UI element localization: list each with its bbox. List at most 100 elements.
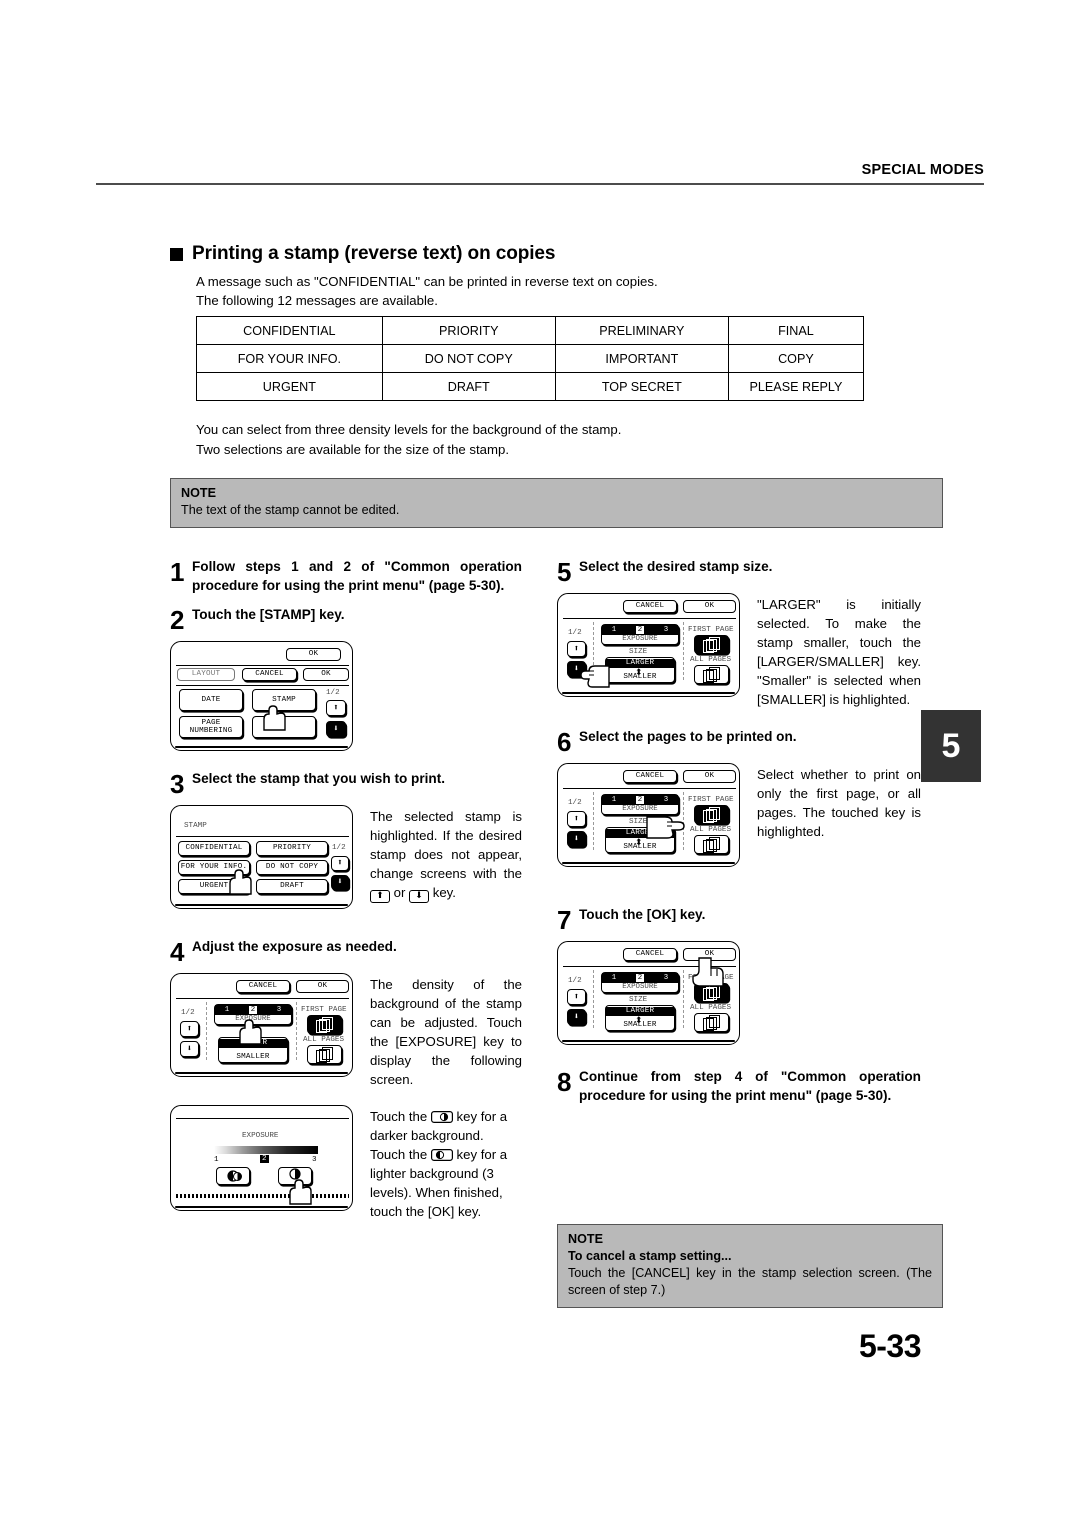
first-page-label: FIRST PAGE xyxy=(301,1006,347,1014)
lcd-stamp-settings-panel-step5[interactable]: CANCEL OK 1/2 1 2 3 EXPOSURE xyxy=(557,593,740,697)
step-5-text: Select the desired stamp size. xyxy=(579,559,773,574)
scroll-down-button[interactable] xyxy=(326,721,346,737)
step-3-desc-a: The selected stamp is highlighted. If th… xyxy=(370,809,522,881)
cancel-button[interactable]: CANCEL xyxy=(623,948,677,961)
stamp-key-for-your-info[interactable]: FOR YOUR INFO. xyxy=(178,860,250,875)
chapter-tab: 5 xyxy=(921,710,981,782)
exposure-key[interactable]: 1 2 3 EXPOSURE xyxy=(601,794,679,815)
layout-button[interactable]: LAYOUT xyxy=(177,668,235,681)
exposure-key[interactable]: 1 2 3 EXPOSURE xyxy=(214,1004,292,1025)
darker-button[interactable] xyxy=(278,1167,312,1185)
note-box-top: NOTE The text of the stamp cannot be edi… xyxy=(170,478,943,528)
section-after-table-text: You can select from three density levels… xyxy=(196,420,956,460)
exposure-levels: 1 2 3 xyxy=(602,795,678,805)
all-pages-key[interactable] xyxy=(694,835,729,854)
step-3-description: The selected stamp is highlighted. If th… xyxy=(370,807,522,903)
exposure-levels: 1 2 3 xyxy=(602,625,678,635)
darker-key-icon xyxy=(430,1109,457,1124)
scroll-down-button[interactable] xyxy=(567,661,586,677)
cancel-button[interactable]: CANCEL xyxy=(623,600,677,613)
lcd-print-menu-panel[interactable]: OK LAYOUT CANCEL OK DATE STAMP PAGE NUMB… xyxy=(170,641,353,751)
stamp-key-confidential[interactable]: CONFIDENTIAL xyxy=(178,841,250,856)
stamp-key[interactable]: STAMP xyxy=(252,689,316,711)
ok-top-button[interactable]: OK xyxy=(286,648,341,661)
table-row: FOR YOUR INFO. DO NOT COPY IMPORTANT COP… xyxy=(196,344,865,373)
lcd-exposure-dialog-panel[interactable]: EXPOSURE 1 2 3 xyxy=(170,1105,353,1211)
after-line-2: Two selections are available for the siz… xyxy=(196,442,509,457)
first-page-key[interactable] xyxy=(694,635,729,654)
page-indicator: 1/2 xyxy=(568,799,582,807)
intro-line-1: A message such as "CONFIDENTIAL" can be … xyxy=(196,274,658,289)
panel-divider xyxy=(563,618,736,619)
all-pages-key[interactable] xyxy=(307,1045,342,1064)
scroll-down-button[interactable] xyxy=(567,831,586,847)
ok-button[interactable]: OK xyxy=(296,980,349,993)
panel-divider-top xyxy=(176,1118,349,1119)
scroll-down-button[interactable] xyxy=(567,1009,586,1025)
stamp-key-priority[interactable]: PRIORITY xyxy=(256,841,328,856)
cancel-button[interactable]: CANCEL xyxy=(236,980,290,993)
panel-divider xyxy=(563,788,736,789)
intro-line-2: The following 12 messages are available. xyxy=(196,293,438,308)
ok-button[interactable]: OK xyxy=(683,600,736,613)
exposure-key[interactable]: 1 2 3 EXPOSURE xyxy=(601,972,679,993)
lcd-stamp-settings-panel-step6[interactable]: CANCEL OK 1/2 1 2 3 EXPOSURE xyxy=(557,763,740,867)
scroll-down-button[interactable] xyxy=(180,1041,199,1057)
scroll-down-button[interactable] xyxy=(331,875,349,890)
lighter-key-icon xyxy=(430,1147,457,1162)
stamp-key-do-not-copy[interactable]: DO NOT COPY xyxy=(256,860,328,875)
first-page-key[interactable] xyxy=(307,1015,342,1034)
panel-divider xyxy=(563,966,736,967)
size-label: SIZE xyxy=(242,1028,261,1036)
first-page-key[interactable] xyxy=(694,805,729,824)
lcd-stamp-settings-panel-step4[interactable]: CANCEL OK 1/2 1 2 3 EXPOSURE xyxy=(170,973,353,1077)
page-indicator: 1/2 xyxy=(181,1009,195,1017)
size-label: SIZE xyxy=(629,648,648,656)
ok-button[interactable]: OK xyxy=(683,770,736,783)
scroll-up-button[interactable] xyxy=(180,1021,199,1037)
empty-key[interactable] xyxy=(252,716,316,738)
scroll-up-button[interactable] xyxy=(567,811,586,827)
date-key[interactable]: DATE xyxy=(179,689,243,711)
first-page-key[interactable] xyxy=(694,983,729,1002)
scroll-up-button[interactable] xyxy=(331,856,349,871)
right-column: 5 Select the desired stamp size. CANCEL … xyxy=(557,557,921,1105)
table-cell: PRELIMINARY xyxy=(554,316,729,345)
larger-smaller-key[interactable]: LARGER SMALLER xyxy=(218,1037,288,1063)
scroll-up-button[interactable] xyxy=(567,989,586,1005)
step-4: 4 Adjust the exposure as needed. xyxy=(170,937,522,965)
first-page-label: FIRST PAGE xyxy=(688,974,734,982)
exposure-level-3: 3 xyxy=(276,1006,282,1014)
cancel-button[interactable]: CANCEL xyxy=(242,668,297,681)
lcd-stamp-select-panel[interactable]: STAMP CONFIDENTIAL PRIORITY FOR YOUR INF… xyxy=(170,805,353,909)
lighter-button[interactable] xyxy=(216,1167,250,1185)
lcd-stamp-settings-panel-step7[interactable]: CANCEL OK 1/2 1 2 3 EXPOSURE xyxy=(557,941,740,1045)
ok-button[interactable]: OK xyxy=(683,948,736,961)
page-numbering-key[interactable]: PAGE NUMBERING xyxy=(179,716,243,738)
all-pages-key[interactable] xyxy=(694,665,729,684)
step-7: 7 Touch the [OK] key. xyxy=(557,905,921,933)
all-pages-key[interactable] xyxy=(694,1013,729,1032)
exposure-levels: 1 2 3 xyxy=(215,1005,291,1015)
column-divider xyxy=(593,622,594,680)
pages-stack-icon xyxy=(703,667,720,683)
exposure-label: EXPOSURE xyxy=(622,983,658,991)
stamp-key-urgent[interactable]: URGENT xyxy=(178,879,250,894)
pages-stack-icon xyxy=(703,837,720,853)
all-pages-label: ALL PAGES xyxy=(690,826,732,834)
scroll-up-button[interactable] xyxy=(326,700,346,716)
ok-button[interactable]: OK xyxy=(303,668,349,681)
note-title: NOTE xyxy=(568,1232,603,1246)
cancel-button[interactable]: CANCEL xyxy=(623,770,677,783)
panel-bottom-strip xyxy=(176,1194,349,1198)
stamp-key-draft[interactable]: DRAFT xyxy=(256,879,328,894)
step-3-desc-c: key. xyxy=(432,885,456,900)
exposure-label: EXPOSURE xyxy=(235,1015,271,1023)
exposure-key[interactable]: 1 2 3 EXPOSURE xyxy=(601,624,679,645)
exposure-label: EXPOSURE xyxy=(622,805,658,813)
step-6-text: Select the pages to be printed on. xyxy=(579,729,797,744)
scroll-up-button[interactable] xyxy=(567,641,586,657)
step-1: 1 Follow steps 1 and 2 of "Common operat… xyxy=(170,557,522,595)
table-cell: COPY xyxy=(727,344,865,373)
step-8-number: 8 xyxy=(557,1067,572,1097)
